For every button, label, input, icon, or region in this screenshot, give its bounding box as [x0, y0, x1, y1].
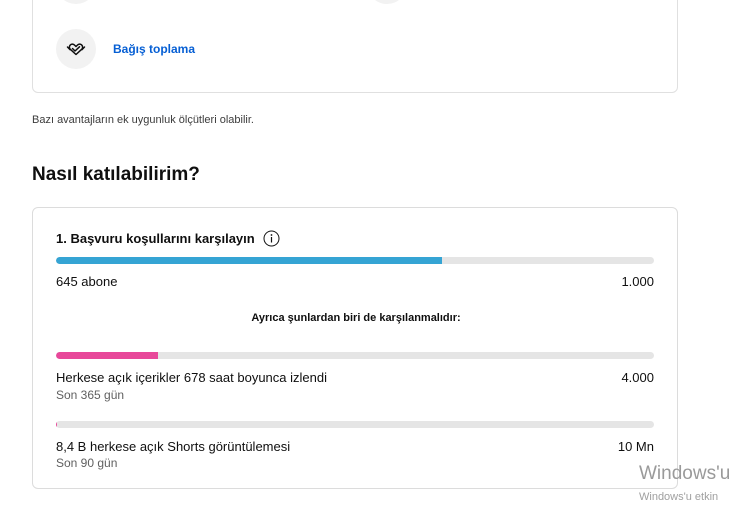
eligibility-note: Bazı avantajların ek uygunluk ölçütleri …: [32, 114, 254, 126]
benefits-card: Bağış toplama: [32, 0, 678, 93]
benefit-icon-placeholder: [367, 0, 407, 4]
subscribers-progress-fill: [56, 257, 442, 264]
watch-hours-progress-fill: [56, 352, 158, 359]
watch-hours-row: Herkese açık içerikler 678 saat boyunca …: [56, 370, 654, 385]
benefit-link-fundraising[interactable]: Bağış toplama: [113, 42, 195, 56]
shorts-views-progress-bar: [56, 421, 654, 428]
windows-activation-watermark-subtitle: Windows'u etkin: [639, 491, 719, 503]
page: Bağış toplama Bazı avantajların ek uygun…: [0, 0, 740, 506]
requirements-header: 1. Başvuru koşullarını karşılayın: [56, 229, 281, 247]
section-title: Nasıl katılabilirim?: [32, 164, 200, 185]
shorts-views-target: 10 Mn: [617, 439, 654, 454]
subscribers-target: 1.000: [621, 274, 654, 289]
watch-hours-target: 4.000: [621, 370, 654, 385]
shorts-views-period: Son 90 gün: [56, 456, 118, 470]
fundraising-hands-heart-icon: [56, 29, 96, 69]
subscribers-current: 645 abone: [56, 274, 118, 289]
shorts-views-current: 8,4 B herkese açık Shorts görüntülemesi: [56, 439, 291, 454]
subscribers-progress-bar: [56, 257, 654, 264]
info-icon[interactable]: [263, 229, 281, 247]
benefit-item-fundraising[interactable]: Bağış toplama: [56, 29, 195, 69]
windows-activation-watermark-title: Windows'u: [639, 463, 731, 484]
watch-hours-period: Son 365 gün: [56, 388, 125, 402]
shorts-views-row: 8,4 B herkese açık Shorts görüntülemesi …: [56, 439, 654, 454]
requirements-card: 1. Başvuru koşullarını karşılayın 645 ab…: [32, 207, 678, 489]
requirements-title: 1. Başvuru koşullarını karşılayın: [56, 230, 255, 246]
watch-hours-progress-bar: [56, 352, 654, 359]
watch-hours-current: Herkese açık içerikler 678 saat boyunca …: [56, 370, 327, 385]
shorts-views-progress-fill: [56, 421, 57, 428]
also-required-note: Ayrıca şunlardan biri de karşılanmalıdır…: [251, 312, 461, 324]
benefit-icon-placeholder: [56, 0, 96, 4]
subscribers-row: 645 abone 1.000: [56, 274, 654, 289]
